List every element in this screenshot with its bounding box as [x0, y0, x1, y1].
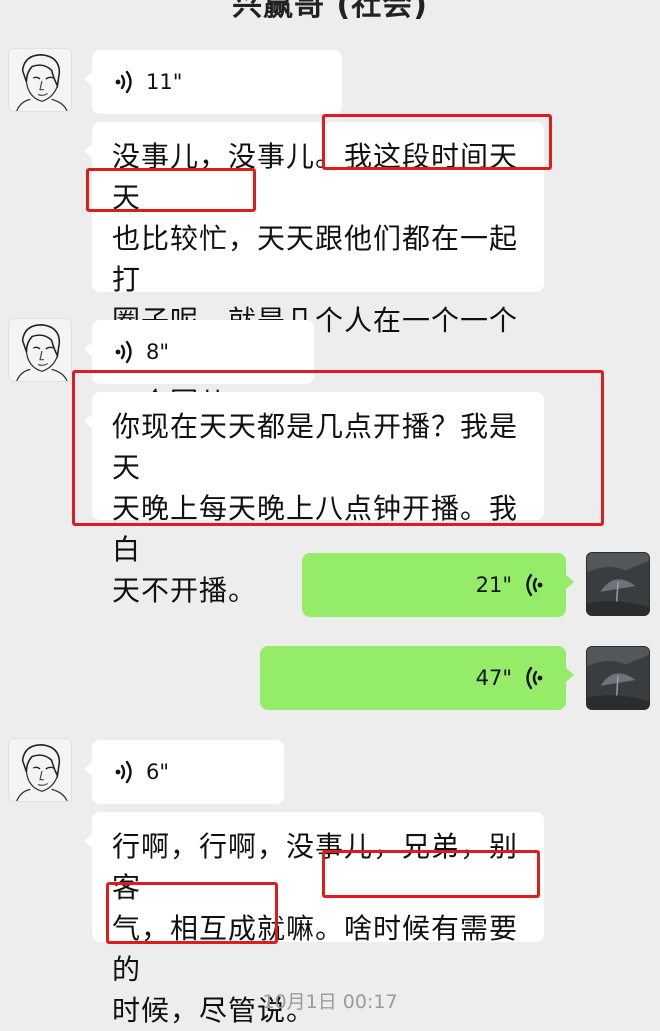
contact-avatar[interactable] [8, 738, 72, 802]
voice-duration: 6" [146, 760, 170, 784]
highlight-box [86, 168, 256, 212]
voice-duration: 11" [146, 70, 183, 94]
voice-message-outgoing[interactable]: 21" [302, 553, 574, 617]
highlight-box [322, 114, 552, 170]
highlight-box [72, 370, 604, 526]
voice-wave-icon [526, 666, 543, 690]
chat-title: 兴赢哥 (社会) [232, 0, 428, 22]
voice-duration: 8" [146, 340, 170, 364]
voice-wave-icon [115, 340, 132, 364]
voice-message-incoming[interactable]: 6" [84, 740, 284, 804]
voice-duration: 47" [475, 666, 512, 690]
highlight-box [106, 882, 278, 944]
voice-duration: 21" [475, 573, 512, 597]
voice-message-outgoing[interactable]: 47" [260, 646, 574, 710]
self-avatar[interactable] [586, 552, 650, 616]
chat-header: 兴赢哥 (社会) [0, 0, 660, 22]
voice-wave-icon [526, 573, 543, 597]
voice-message-incoming[interactable]: 11" [84, 50, 342, 114]
voice-wave-icon [115, 70, 132, 94]
contact-avatar[interactable] [8, 48, 72, 112]
self-avatar[interactable] [586, 646, 650, 710]
voice-wave-icon [115, 760, 132, 784]
highlight-box [322, 850, 540, 898]
message-line: 也比较忙，天天跟他们都在一起打 [112, 222, 519, 296]
contact-avatar[interactable] [8, 318, 72, 382]
message-timestamp: 10月1日 00:17 [262, 991, 398, 1013]
